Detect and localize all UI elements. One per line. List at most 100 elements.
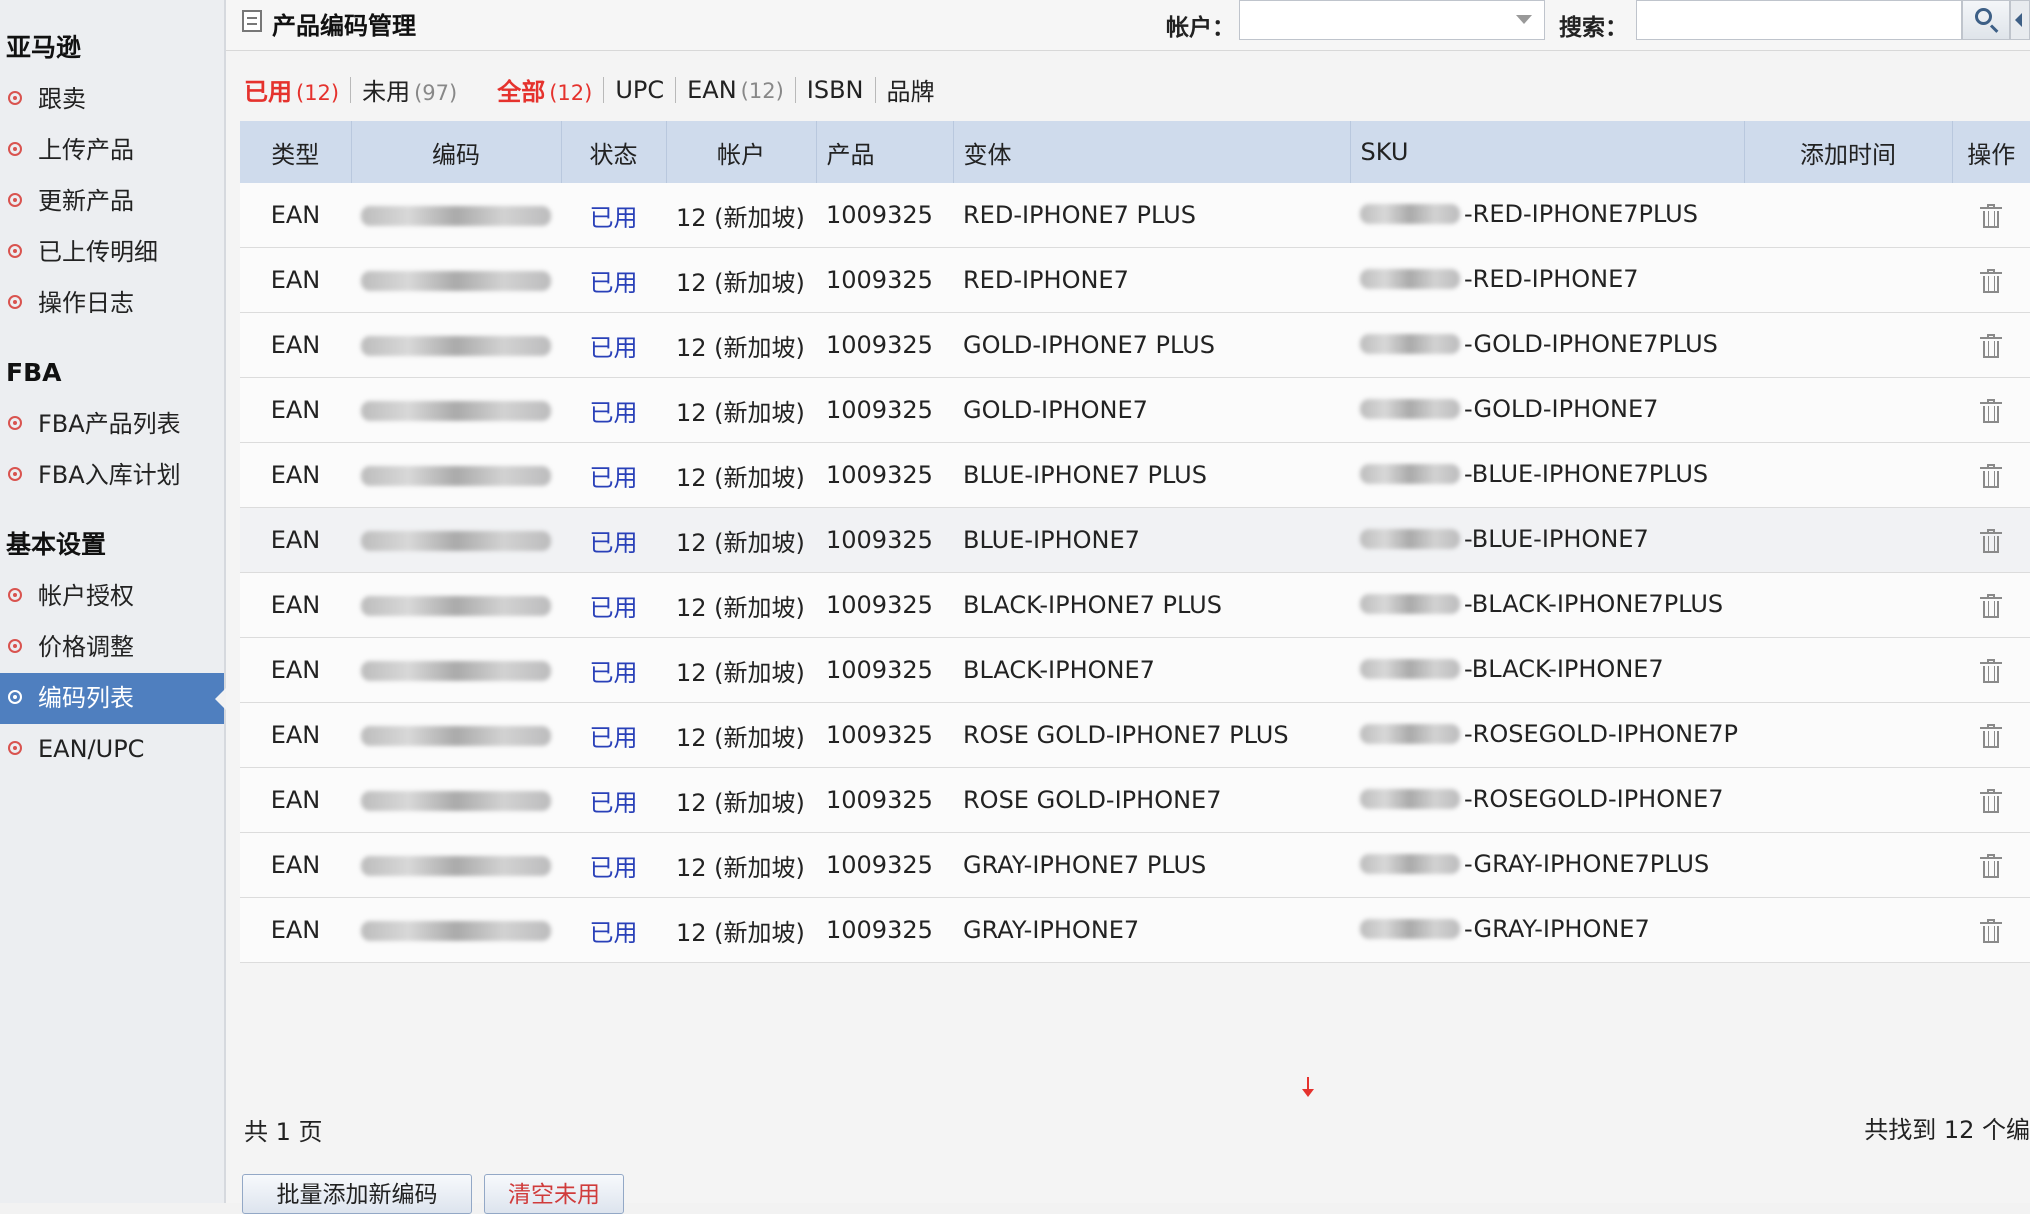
- cell-product: 1009325: [816, 572, 953, 638]
- trash-icon[interactable]: [1980, 789, 2002, 813]
- cell-status[interactable]: 已用: [561, 312, 666, 378]
- sidebar-item[interactable]: 价格调整: [0, 622, 224, 673]
- sidebar-item[interactable]: 跟卖: [0, 74, 224, 125]
- sidebar-item[interactable]: 帐户授权: [0, 571, 224, 622]
- header-product[interactable]: 产品: [816, 121, 954, 183]
- sku-suffix: -RED-IPHONE7PLUS: [1464, 200, 1698, 228]
- cell-code: [351, 183, 561, 248]
- redacted-code: [361, 271, 551, 291]
- header-code[interactable]: 编码: [351, 121, 562, 183]
- sidebar-item[interactable]: 操作日志: [0, 278, 224, 329]
- trash-icon[interactable]: [1980, 204, 2002, 228]
- cell-code: [351, 897, 561, 963]
- cell-added-time: [1744, 832, 1952, 898]
- header-status[interactable]: 状态: [561, 121, 667, 183]
- sidebar-item-label: 已上传明细: [38, 238, 158, 266]
- cell-status[interactable]: 已用: [561, 637, 666, 703]
- sidebar-item[interactable]: FBA入库计划: [0, 450, 224, 501]
- filter-ean[interactable]: EAN (12): [687, 76, 784, 104]
- cell-status[interactable]: 已用: [561, 183, 666, 248]
- collapse-panel-button[interactable]: [2010, 0, 2030, 40]
- sidebar-item[interactable]: 更新产品: [0, 176, 224, 227]
- filter-brand[interactable]: 品牌: [887, 72, 935, 107]
- cell-sku: -RED-IPHONE7: [1350, 247, 1744, 313]
- cell-status[interactable]: 已用: [561, 247, 666, 313]
- sidebar-item[interactable]: 上传产品: [0, 125, 224, 176]
- circle-dot-icon: [8, 416, 22, 430]
- filter-upc[interactable]: UPC: [615, 76, 664, 104]
- filter-used[interactable]: 已用 (12): [244, 72, 339, 107]
- trash-icon[interactable]: [1980, 529, 2002, 553]
- cell-status[interactable]: 已用: [561, 702, 666, 768]
- sidebar-item[interactable]: 已上传明细: [0, 227, 224, 278]
- redacted-code: [361, 726, 551, 746]
- sidebar-item-label: 上传产品: [38, 136, 134, 164]
- cell-status[interactable]: 已用: [561, 832, 666, 898]
- chevron-down-icon[interactable]: [1516, 15, 1532, 24]
- clear-unused-button[interactable]: 清空未用: [484, 1174, 624, 1214]
- cell-added-time: [1744, 247, 1952, 313]
- cell-actions: [1952, 312, 2030, 378]
- trash-icon[interactable]: [1980, 724, 2002, 748]
- trash-icon[interactable]: [1980, 334, 2002, 358]
- account-select[interactable]: [1239, 0, 1545, 40]
- cell-type: EAN: [240, 507, 351, 573]
- cell-actions: [1952, 442, 2030, 508]
- cell-actions: [1952, 832, 2030, 898]
- trash-icon[interactable]: [1980, 269, 2002, 293]
- cell-variant: BLACK-IPHONE7: [953, 637, 1350, 703]
- filter-isbn[interactable]: ISBN: [807, 76, 864, 104]
- sidebar-item[interactable]: FBA产品列表: [0, 399, 224, 450]
- cell-status[interactable]: 已用: [561, 442, 666, 508]
- search-button[interactable]: [1962, 0, 2010, 40]
- batch-add-codes-button[interactable]: 批量添加新编码: [242, 1174, 472, 1214]
- circle-dot-icon: [8, 690, 22, 704]
- cell-status[interactable]: 已用: [561, 377, 666, 443]
- circle-dot-icon: [8, 467, 22, 481]
- trash-icon[interactable]: [1980, 399, 2002, 423]
- cell-status[interactable]: 已用: [561, 897, 666, 963]
- cell-added-time: [1744, 572, 1952, 638]
- cell-sku: -GOLD-IPHONE7PLUS: [1350, 312, 1744, 378]
- cell-account: 12 (新加坡): [666, 637, 816, 703]
- sidebar-item[interactable]: EAN/UPC: [0, 724, 224, 775]
- cell-status[interactable]: 已用: [561, 507, 666, 573]
- filter-all[interactable]: 全部 (12): [497, 72, 592, 107]
- cell-actions: [1952, 897, 2030, 963]
- sku-suffix: -BLACK-IPHONE7PLUS: [1464, 590, 1724, 618]
- header-account[interactable]: 帐户: [666, 121, 817, 183]
- filter-unused-count: (97): [414, 81, 458, 105]
- header-added-time[interactable]: 添加时间: [1744, 121, 1953, 183]
- trash-icon[interactable]: [1980, 464, 2002, 488]
- cell-added-time: [1744, 507, 1952, 573]
- cell-status[interactable]: 已用: [561, 767, 666, 833]
- header-sku[interactable]: SKU: [1350, 121, 1745, 183]
- header-variant[interactable]: 变体: [953, 121, 1351, 183]
- cell-variant: BLUE-IPHONE7 PLUS: [953, 442, 1350, 508]
- header-type[interactable]: 类型: [240, 121, 352, 183]
- redacted-sku-prefix: [1360, 789, 1460, 809]
- cell-type: EAN: [240, 702, 351, 768]
- trash-icon[interactable]: [1980, 594, 2002, 618]
- cell-actions: [1952, 702, 2030, 768]
- trash-icon[interactable]: [1980, 919, 2002, 943]
- cell-product: 1009325: [816, 767, 953, 833]
- trash-icon[interactable]: [1980, 659, 2002, 683]
- sidebar-item-label: 跟卖: [38, 85, 86, 113]
- cell-type: EAN: [240, 572, 351, 638]
- trash-icon[interactable]: [1980, 854, 2002, 878]
- cell-variant: RED-IPHONE7 PLUS: [953, 183, 1350, 248]
- sidebar-section-title: 基本设置: [6, 530, 107, 559]
- filter-unused[interactable]: 未用 (97): [362, 72, 457, 107]
- search-input[interactable]: [1636, 0, 1962, 40]
- sku-suffix: -GOLD-IPHONE7: [1464, 395, 1659, 423]
- cell-type: EAN: [240, 637, 351, 703]
- table-row: EAN 已用 12 (新加坡) 1009325 ROSE GOLD-IPHONE7 PL…: [240, 702, 2030, 768]
- sidebar-item[interactable]: 编码列表: [0, 673, 226, 724]
- cell-type: EAN: [240, 442, 351, 508]
- sku-suffix: -ROSEGOLD-IPHONE7: [1464, 785, 1724, 813]
- cell-account: 12 (新加坡): [666, 897, 816, 963]
- cell-status[interactable]: 已用: [561, 572, 666, 638]
- circle-dot-icon: [8, 741, 22, 755]
- cell-account: 12 (新加坡): [666, 377, 816, 443]
